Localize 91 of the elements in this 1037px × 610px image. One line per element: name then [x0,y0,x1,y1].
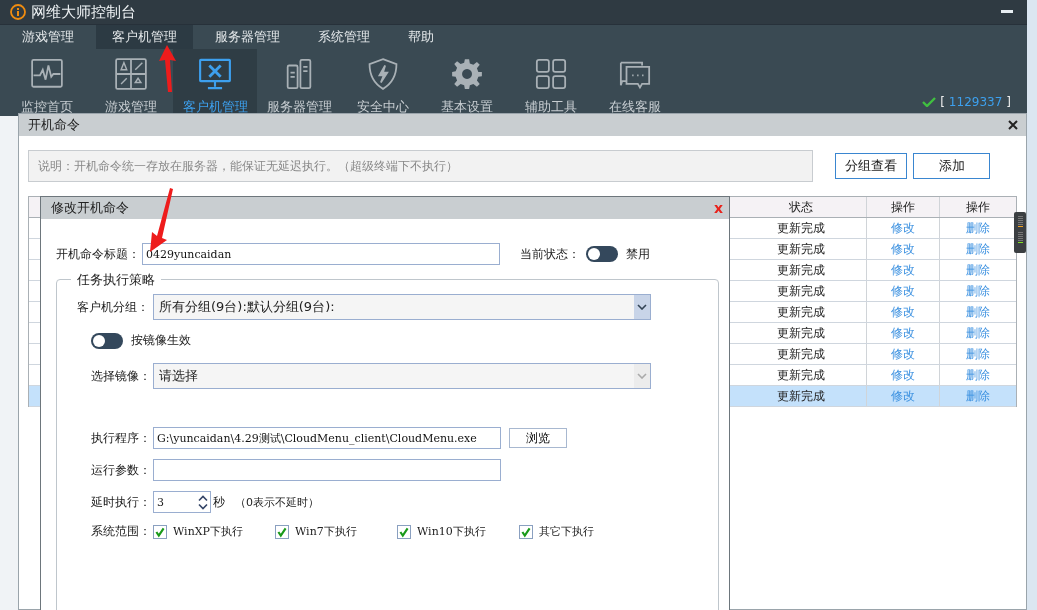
delete-link[interactable]: 删除 [940,323,1016,343]
close-button[interactable]: x [713,200,723,216]
delete-link[interactable]: 删除 [940,302,1016,322]
toolbar-button[interactable]: 在线客服 [593,49,677,116]
field-label: 运行参数： [91,461,151,479]
toolbar-button[interactable]: 游戏管理 [89,49,173,116]
status-cell: 更新完成 [735,323,867,343]
toolbar-button[interactable]: 辅助工具 [509,49,593,116]
checkbox[interactable] [397,524,411,539]
checkbox[interactable] [153,524,167,539]
edit-link[interactable]: 修改 [867,302,940,322]
edit-link[interactable]: 修改 [867,260,940,280]
checkbox-label: Win10下执行 [417,524,486,539]
description-field[interactable]: 说明：开机命令统一存放在服务器，能保证无延迟执行。（超级终端下不执行） [28,150,813,182]
toolbar-button[interactable]: 服务器管理 [257,49,341,116]
dialog-title: 开机命令 [28,116,80,134]
delete-link[interactable]: 删除 [940,344,1016,364]
dialog-button[interactable]: 添加 [913,153,990,179]
close-icon[interactable] [1008,120,1018,130]
field-label: 延时执行： [91,493,151,511]
status-cell: 更新完成 [735,281,867,301]
checkbox-label: WinXP下执行 [173,524,243,539]
title-input[interactable]: 0429yuncaidan [142,243,500,265]
check-icon [922,97,937,107]
delete-link[interactable]: 删除 [940,281,1016,301]
chevron-icon [637,373,647,379]
minimize-icon[interactable] [1001,10,1013,14]
status-cell: 更新完成 [735,260,867,280]
toolbar-button[interactable]: 基本设置 [425,49,509,116]
edit-link[interactable]: 修改 [867,239,940,259]
toolbar-button[interactable]: 安全中心 [341,49,425,116]
annotation-arrow [159,45,176,92]
group-dropdown[interactable]: 所有分组(9台):默认分组(9台): [153,294,651,320]
checkbox[interactable] [519,524,533,539]
info-icon [10,4,26,20]
checkbox-label: Win7下执行 [295,524,357,539]
account-number: 1129337 [948,95,1003,109]
status-cell: 更新完成 [735,302,867,322]
group-title: 任务执行策略 [71,271,161,289]
toggle-label: 按镜像生效 [131,332,191,349]
toolbar-button[interactable]: 监控首页 [5,49,89,116]
edit-link[interactable]: 修改 [867,281,940,301]
column-header: 状态 [735,197,867,217]
status-cell: 更新完成 [735,386,867,406]
unit-text: 秒 [213,493,225,511]
delete-link[interactable]: 删除 [940,386,1016,406]
status-cell: 更新完成 [735,344,867,364]
delete-link[interactable]: 删除 [940,365,1016,385]
delete-link[interactable]: 删除 [940,260,1016,280]
column-header: 操作 [965,199,991,216]
field-label: 当前状态： [520,245,580,263]
checkbox-label: 其它下执行 [539,524,594,539]
delete-link[interactable]: 删除 [940,218,1016,238]
bracket: [ [940,95,945,109]
hint-text: （0表示不延时） [235,494,319,510]
level-meter [1014,212,1026,253]
column-header: 操作 [867,197,940,217]
window-title: 网维大师控制台 [31,2,136,22]
dialog-title: 修改开机命令 [51,199,129,217]
menu-item[interactable]: 帮助 [392,25,450,49]
bracket: ] [1006,95,1011,109]
field-label: 开机命令标题： [56,245,140,263]
chevron-icon [637,304,647,310]
checkbox[interactable] [275,524,289,539]
delete-link[interactable]: 删除 [940,239,1016,259]
menu-item[interactable]: 系统管理 [302,25,386,49]
params-input[interactable] [153,459,501,481]
menu-item[interactable]: 游戏管理 [6,25,90,49]
browse-button[interactable]: 浏览 [509,428,567,448]
program-input[interactable]: G:\yuncaidan\4.29测试\CloudMenu_client\CloudMenu.exe [153,427,501,449]
menu-item[interactable]: 客户机管理 [96,25,193,49]
menu-item[interactable]: 服务器管理 [199,25,296,49]
field-label: 系统范围： [91,523,151,540]
status-cell: 更新完成 [735,365,867,385]
field-label: 客户机分组： [77,298,150,316]
status-cell: 更新完成 [735,218,867,238]
field-label: 执行程序： [91,429,151,447]
dialog-button[interactable]: 分组查看 [835,153,907,179]
annotation-arrow [150,188,173,252]
status-cell: 更新完成 [735,239,867,259]
toolbar-button[interactable]: 客户机管理 [173,49,257,116]
toggle-switch[interactable] [91,332,123,349]
edit-link[interactable]: 修改 [867,218,940,238]
field-label: 选择镜像： [91,367,151,385]
edit-link[interactable]: 修改 [867,323,940,343]
state-text: 禁用 [626,245,650,263]
edit-link[interactable]: 修改 [867,386,940,406]
edit-link[interactable]: 修改 [867,344,940,364]
toggle-switch[interactable] [586,246,618,262]
edit-link[interactable]: 修改 [867,365,940,385]
delay-spinner[interactable]: 3 [153,491,211,513]
